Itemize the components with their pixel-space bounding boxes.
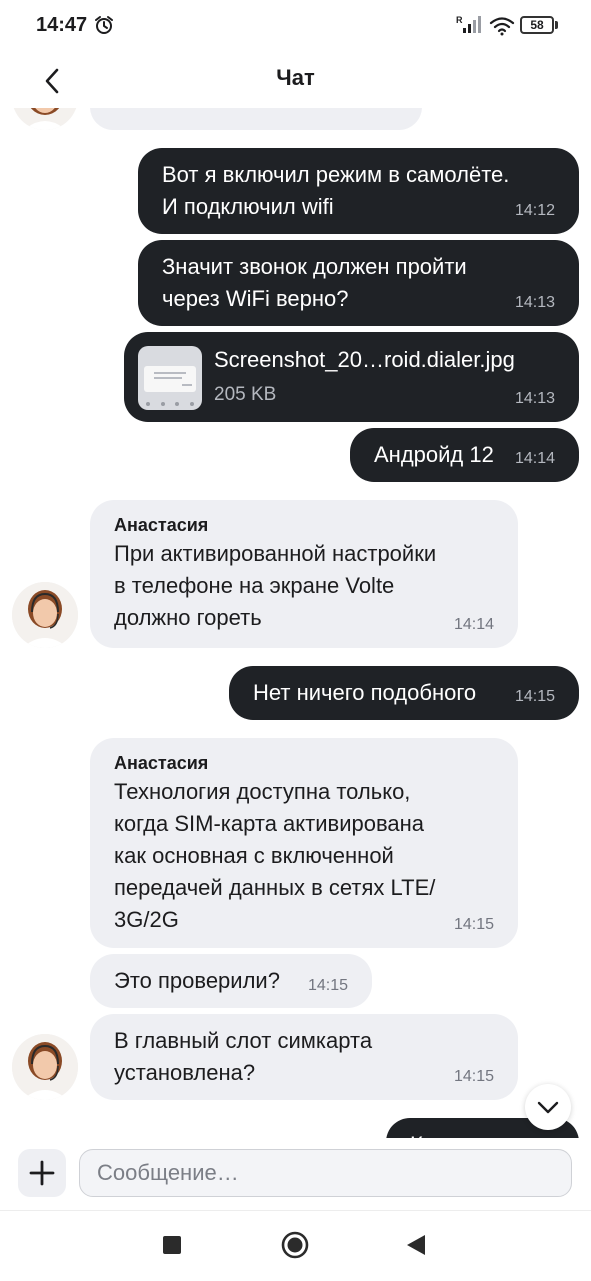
message-text: В главный слот симкарта установлена?: [114, 1028, 373, 1085]
file-message-bubble[interactable]: Screenshot_20…roid.dialer.jpg 205 KB 14:…: [124, 332, 579, 422]
message-text: При активированной настройки в телефоне …: [114, 541, 437, 630]
message-bubble[interactable]: Это проверили? 14:15: [90, 954, 372, 1008]
message-text: Нет ничего подобного: [253, 680, 477, 705]
message-time: 14:13: [514, 294, 555, 311]
chat-header: Чат: [0, 52, 591, 108]
message-bubble[interactable]: Вот я включил режим в самолёте. И подклю…: [138, 148, 579, 234]
wifi-icon: [489, 17, 515, 36]
message-input[interactable]: [79, 1149, 572, 1197]
sender-name: Анастасия: [114, 515, 209, 535]
message-text: Вот я включил режим в самолёте. И подклю…: [162, 162, 510, 219]
avatar: [12, 108, 78, 130]
page-title: Чат: [276, 65, 315, 90]
message-time: 14:15: [453, 916, 494, 933]
chevron-down-icon: [537, 1101, 559, 1114]
system-nav-bar: [0, 1210, 591, 1281]
message-bubble[interactable]: Андройд 12 14:14: [350, 428, 579, 482]
file-name: Screenshot_20…roid.dialer.jpg: [214, 347, 515, 372]
message-bubble[interactable]: В главный слот симкарта установлена? 14:…: [90, 1014, 518, 1100]
message-text: Значит звонок должен пройти через WiFi в…: [162, 254, 467, 311]
avatar: [12, 1034, 78, 1100]
message-time: 14:14: [514, 450, 555, 467]
message-bubble[interactable]: Анастасия При активированной настройки в…: [90, 500, 518, 648]
status-time: 14:47: [36, 14, 88, 36]
square-icon[interactable]: [162, 1235, 182, 1255]
message-time: 14:14: [453, 616, 494, 633]
message-text: К…: [410, 1129, 555, 1138]
message-bubble[interactable]: Нет ничего подобного 14:15: [229, 666, 579, 720]
message-bubble[interactable]: Анастасия Технология доступна только, ко…: [90, 738, 518, 948]
image-thumbnail[interactable]: [138, 346, 202, 410]
message-bubble[interactable]: Значит звонок должен пройти через WiFi в…: [138, 240, 579, 326]
alarm-icon: [95, 16, 113, 34]
signal-icon: R: [456, 15, 481, 33]
message-time: 14:13: [514, 390, 555, 407]
battery-tip: [555, 21, 558, 29]
battery-indicator: 58: [520, 16, 554, 34]
scroll-to-bottom-button[interactable]: [525, 1084, 571, 1130]
triangle-back-icon[interactable]: [405, 1234, 427, 1256]
circle-icon[interactable]: [281, 1231, 309, 1259]
message-composer: [0, 1138, 591, 1210]
message-bubble-partial: [90, 108, 422, 130]
status-bar: 14:47 R 58: [0, 0, 591, 52]
message-text: Технология доступна только, когда SIM-ка…: [114, 779, 436, 932]
avatar: [12, 582, 78, 648]
message-time: 14:15: [453, 1068, 494, 1085]
sender-name: Анастасия: [114, 753, 209, 773]
attach-button[interactable]: [18, 1149, 66, 1197]
message-time: 14:15: [514, 688, 555, 705]
plus-icon: [29, 1160, 55, 1186]
message-time: 14:15: [307, 977, 348, 994]
signal-badge: R: [456, 15, 463, 25]
message-list[interactable]: Вот я включил режим в самолёте. И подклю…: [0, 108, 591, 1138]
file-size: 205 KB: [214, 384, 277, 405]
message-time: 14:12: [514, 202, 555, 219]
